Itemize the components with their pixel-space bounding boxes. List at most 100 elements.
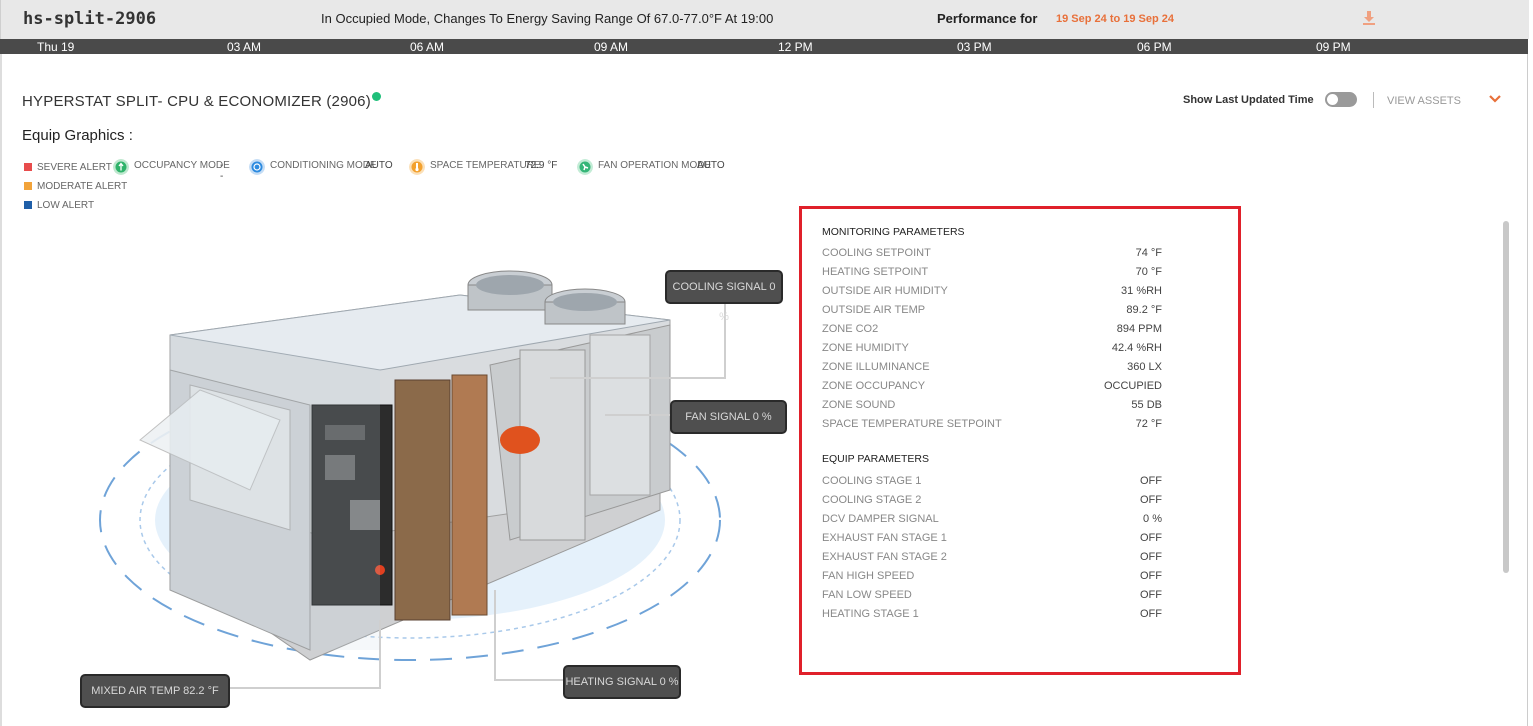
- timeline-label: 09 AM: [594, 40, 629, 54]
- legend-label: MODERATE ALERT: [37, 181, 128, 192]
- param-row: COOLING STAGE 1 OFF: [822, 475, 1202, 487]
- param-row: FAN LOW SPEED OFF: [822, 589, 1202, 601]
- param-value: 74 °F: [1135, 247, 1162, 259]
- mode-label: SPACE TEMPERATURE: [430, 160, 541, 171]
- legend-label: LOW ALERT: [37, 200, 95, 211]
- mode-value: --: [220, 160, 224, 182]
- param-row: EXHAUST FAN STAGE 1 OFF: [822, 532, 1202, 544]
- param-row: FAN HIGH SPEED OFF: [822, 570, 1202, 582]
- param-label: DCV DAMPER SIGNAL: [822, 513, 939, 525]
- param-label: ZONE OCCUPANCY: [822, 380, 926, 392]
- mode-value: 72.9 °F: [525, 160, 558, 171]
- param-label: ZONE CO2: [822, 323, 879, 335]
- param-row: ZONE HUMIDITY 42.4 %RH: [822, 342, 1202, 354]
- equip-parameters-title: EQUIP PARAMETERS: [822, 453, 929, 465]
- equip-title: HYPERSTAT SPLIT- CPU & ECONOMIZER (2906): [22, 93, 371, 110]
- mode-label: OCCUPANCY MODE: [134, 160, 230, 171]
- param-row: OUTSIDE AIR HUMIDITY 31 %RH: [822, 285, 1202, 297]
- param-value: OFF: [1140, 551, 1162, 563]
- param-row: ZONE SOUND 55 DB: [822, 399, 1202, 411]
- param-value: 894 PPM: [1116, 323, 1162, 335]
- param-row: ZONE CO2 894 PPM: [822, 323, 1202, 335]
- moderate-alert-swatch: [24, 182, 32, 191]
- param-value: OCCUPIED: [1103, 380, 1162, 392]
- vertical-scrollbar[interactable]: [1503, 221, 1509, 573]
- param-value: 31 %RH: [1121, 285, 1162, 297]
- frame-border: [0, 54, 2, 726]
- legend-moderate: MODERATE ALERT: [24, 181, 127, 192]
- param-label: FAN HIGH SPEED: [822, 570, 915, 582]
- toggle-knob: [1327, 94, 1338, 105]
- timeline-label: 09 PM: [1316, 40, 1351, 54]
- param-value: 0 %: [1143, 513, 1162, 525]
- legend-severe: SEVERE ALERT: [24, 162, 112, 173]
- timeline-label: 06 PM: [1137, 40, 1172, 54]
- param-value: 70 °F: [1135, 266, 1162, 278]
- thermometer-icon: [409, 159, 425, 175]
- mode-label: FAN OPERATION MODE: [598, 160, 712, 171]
- param-label: ZONE SOUND: [822, 399, 896, 411]
- top-bar: hs-split-2906 In Occupied Mode, Changes …: [0, 0, 1529, 39]
- param-value: OFF: [1140, 589, 1162, 601]
- param-row: COOLING SETPOINT 74 °F: [822, 247, 1202, 259]
- divider: [1373, 92, 1374, 108]
- param-value: OFF: [1140, 570, 1162, 582]
- heating-signal-callout: HEATING SIGNAL 0 %: [563, 665, 681, 699]
- param-label: EXHAUST FAN STAGE 1: [822, 532, 947, 544]
- legend-label: SEVERE ALERT: [37, 162, 112, 173]
- param-value: OFF: [1140, 494, 1162, 506]
- timeline-label: 03 PM: [957, 40, 992, 54]
- performance-label: Performance for: [937, 11, 1038, 26]
- param-value: 55 DB: [1131, 399, 1162, 411]
- mode-value: AUTO: [365, 160, 393, 171]
- param-label: EXHAUST FAN STAGE 2: [822, 551, 947, 563]
- param-value: 42.4 %RH: [1111, 342, 1162, 354]
- date-range[interactable]: 19 Sep 24 to 19 Sep 24: [1056, 13, 1174, 25]
- param-value: 89.2 °F: [1126, 304, 1162, 316]
- timeline-axis: Thu 19 03 AM 06 AM 09 AM 12 PM 03 PM 06 …: [0, 39, 1528, 54]
- mode-label: CONDITIONING MODE: [270, 160, 377, 171]
- timeline-label: 06 AM: [410, 40, 445, 54]
- fan-signal-callout: FAN SIGNAL 0 %: [670, 400, 787, 434]
- mode-value: AUTO: [697, 160, 725, 171]
- low-alert-swatch: [24, 201, 32, 210]
- occupancy-icon: [113, 159, 129, 175]
- param-row: DCV DAMPER SIGNAL 0 %: [822, 513, 1202, 525]
- param-row: COOLING STAGE 2 OFF: [822, 494, 1202, 506]
- equip-graphics-label: Equip Graphics :: [22, 127, 133, 144]
- param-label: OUTSIDE AIR TEMP: [822, 304, 926, 316]
- param-label: HEATING SETPOINT: [822, 266, 929, 278]
- device-name: hs-split-2906: [23, 9, 157, 29]
- param-label: ZONE ILLUMINANCE: [822, 361, 930, 373]
- online-status-dot: [372, 92, 381, 101]
- show-last-updated-toggle[interactable]: [1325, 92, 1357, 107]
- param-label: COOLING SETPOINT: [822, 247, 931, 259]
- param-value: 72 °F: [1135, 418, 1162, 430]
- show-last-updated-label: Show Last Updated Time: [1183, 94, 1314, 106]
- param-row: EXHAUST FAN STAGE 2 OFF: [822, 551, 1202, 563]
- param-label: COOLING STAGE 1: [822, 475, 922, 487]
- chevron-down-icon[interactable]: [1488, 93, 1502, 105]
- conditioning-icon: [249, 159, 265, 175]
- timeline-label: 12 PM: [778, 40, 813, 54]
- param-row: OUTSIDE AIR TEMP 89.2 °F: [822, 304, 1202, 316]
- param-value: OFF: [1140, 532, 1162, 544]
- download-icon[interactable]: [1362, 10, 1376, 26]
- param-label: SPACE TEMPERATURE SETPOINT: [822, 418, 1002, 430]
- param-row: HEATING SETPOINT 70 °F: [822, 266, 1202, 278]
- view-assets-link[interactable]: VIEW ASSETS: [1387, 95, 1461, 107]
- legend-low: LOW ALERT: [24, 200, 94, 211]
- timeline-label: 03 AM: [227, 40, 262, 54]
- param-label: FAN LOW SPEED: [822, 589, 912, 601]
- monitoring-parameters-title: MONITORING PARAMETERS: [822, 226, 965, 238]
- param-row: ZONE ILLUMINANCE 360 LX: [822, 361, 1202, 373]
- param-label: OUTSIDE AIR HUMIDITY: [822, 285, 948, 297]
- timeline-label: Thu 19: [37, 40, 75, 54]
- param-row: HEATING STAGE 1 OFF: [822, 608, 1202, 620]
- param-value: OFF: [1140, 608, 1162, 620]
- param-label: HEATING STAGE 1: [822, 608, 919, 620]
- parameters-panel: MONITORING PARAMETERS COOLING SETPOINT 74…: [799, 206, 1241, 675]
- mixed-air-temp-callout: MIXED AIR TEMP 82.2 °F: [80, 674, 230, 708]
- param-row: SPACE TEMPERATURE SETPOINT 72 °F: [822, 418, 1202, 430]
- param-value: 360 LX: [1127, 361, 1162, 373]
